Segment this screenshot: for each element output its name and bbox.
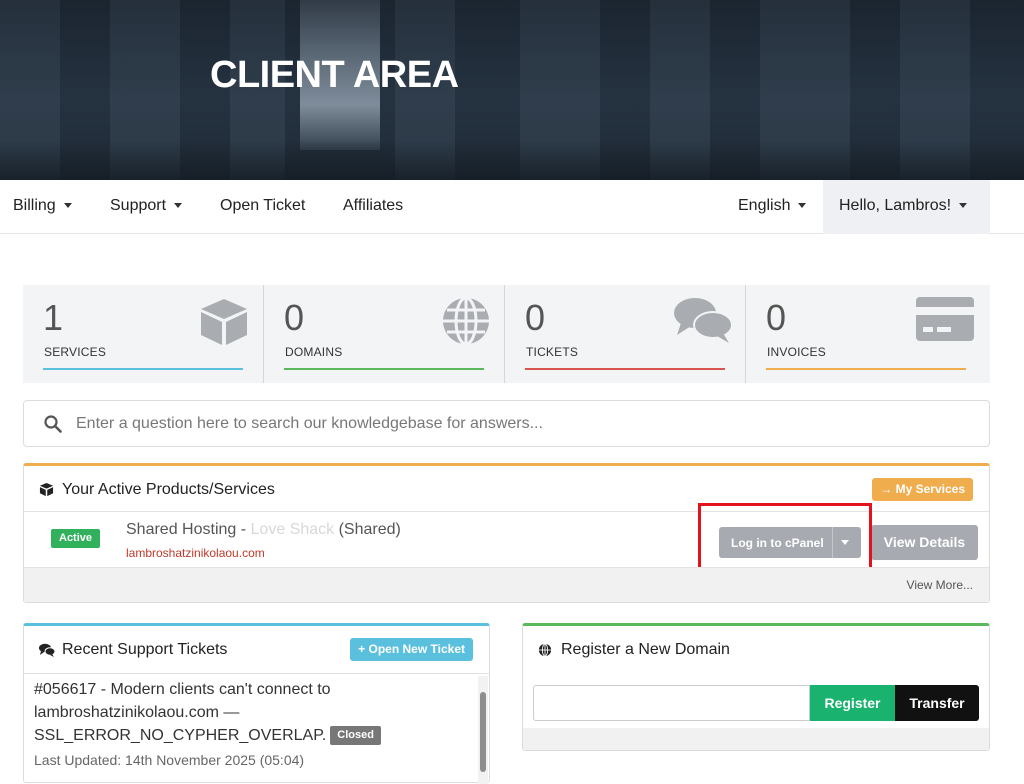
register-button[interactable]: Register [810,685,895,721]
panel-title: Register a New Domain [561,641,730,658]
stat-underline [766,368,966,370]
stats-tiles: 1 SERVICES 0 DOMAINS 0 TICKETS 0 INVOICE… [23,285,990,383]
panel-footer [523,728,989,750]
scrollbar[interactable] [478,676,488,784]
page-title: CLIENT AREA [210,54,459,96]
domain-search-input[interactable] [533,685,810,721]
status-badge: Closed [330,726,381,746]
globe-icon [538,643,552,657]
cube-icon [39,482,54,497]
stat-label: DOMAINS [285,345,343,359]
my-services-button[interactable]: → My Services [872,478,973,501]
stat-label: SERVICES [44,345,107,359]
nav-open-ticket[interactable]: Open Ticket [220,180,305,234]
knowledgebase-search [23,400,990,447]
stat-underline [525,368,725,370]
transfer-button[interactable]: Transfer [895,685,979,721]
comments-icon [674,298,733,343]
hero-bg-floor [0,140,1024,180]
panel-title: Your Active Products/Services [62,481,275,498]
service-name[interactable]: Shared Hosting - Love Shack (Shared) [126,521,401,539]
search-icon [44,415,62,433]
nav-affiliates[interactable]: Affiliates [343,180,403,234]
stat-services[interactable]: 1 SERVICES [23,285,264,383]
view-more-link[interactable]: View More... [907,578,973,592]
service-name-plan: Love Shack [250,521,335,538]
service-domain-link[interactable]: lambroshatzinikolaou.com [126,546,265,560]
stat-value: 0 [284,297,305,338]
chevron-down-icon [959,203,968,209]
main-navbar: Billing Support Open Ticket Affiliates E… [0,180,1024,234]
stat-underline [43,368,243,370]
comments-icon [39,643,55,657]
chevron-down-icon [63,203,72,209]
stat-underline [284,368,484,370]
hero-banner: CLIENT AREA [0,0,1024,180]
panel-header: Recent Support Tickets + Open New Ticket [24,626,489,674]
nav-language-label: English [738,197,791,214]
stat-value: 0 [766,297,787,338]
active-products-panel: Your Active Products/Services → My Servi… [23,463,990,603]
ticket-updated: Last Updated: 14th November 2025 (05:04) [34,752,305,768]
service-name-suffix: (Shared) [334,521,401,538]
status-badge: Active [51,529,101,548]
nav-support-label: Support [110,197,167,214]
nav-user-menu[interactable]: Hello, Lambros! [823,180,990,234]
view-more-footer: View More... [24,567,989,602]
cube-icon [201,299,247,345]
globe-icon [443,296,489,346]
view-details-button[interactable]: View Details [871,525,978,560]
open-new-ticket-button[interactable]: + Open New Ticket [350,638,473,661]
stat-domains[interactable]: 0 DOMAINS [264,285,505,383]
chevron-down-icon [798,203,807,209]
recent-tickets-panel: Recent Support Tickets + Open New Ticket… [23,623,490,784]
panel-title: Recent Support Tickets [62,641,228,658]
stat-invoices[interactable]: 0 INVOICES [746,285,987,383]
ticket-subject: #056617 - Modern clients can't connect t… [34,681,331,744]
nav-billing-label: Billing [13,197,56,214]
nav-support[interactable]: Support [110,180,183,234]
scrollbar-thumb[interactable] [480,692,486,772]
stat-label: TICKETS [526,345,579,359]
stat-tickets[interactable]: 0 TICKETS [505,285,746,383]
nav-user-label: Hello, Lambros! [839,197,952,214]
chevron-down-icon [174,203,183,209]
nav-language[interactable]: English [738,180,807,234]
nav-billing[interactable]: Billing [13,180,72,234]
panel-header: Register a New Domain [523,626,989,674]
stat-value: 1 [43,297,64,338]
register-domain-panel: Register a New Domain Register Transfer [522,623,990,751]
stat-label: INVOICES [767,345,826,359]
credit-card-icon [916,297,974,341]
search-input[interactable] [76,409,956,439]
service-name-prefix: Shared Hosting - [126,521,251,538]
ticket-item[interactable]: #056617 - Modern clients can't connect t… [34,678,474,768]
stat-value: 0 [525,297,546,338]
